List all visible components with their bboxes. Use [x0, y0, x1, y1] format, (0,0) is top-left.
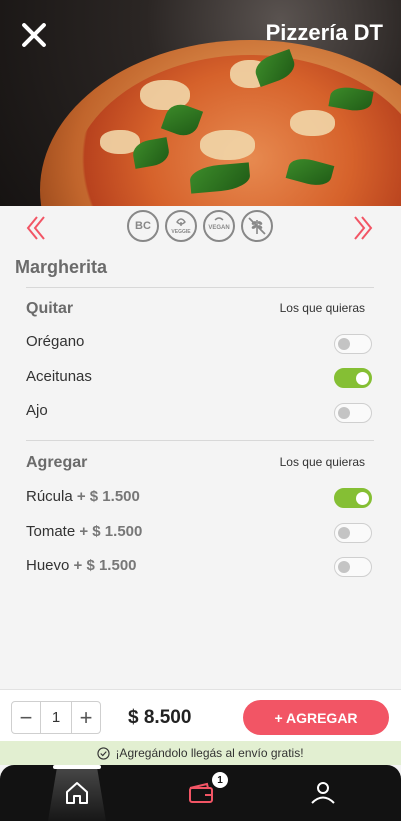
- profile-icon[interactable]: [309, 779, 337, 807]
- remove-section-hint: Los que quieras: [279, 301, 365, 315]
- toggle-knob: [356, 371, 369, 385]
- svg-text:VEGAN: VEGAN: [208, 225, 229, 231]
- add-option-name: Tomate: [26, 523, 76, 540]
- svg-text:VEGGIE: VEGGIE: [171, 229, 191, 235]
- remove-option-label: Ajo: [26, 402, 48, 419]
- increment-button[interactable]: +: [72, 702, 100, 733]
- order-total: $ 8.500: [128, 707, 192, 728]
- add-option-label: Rúcula + $ 1.500: [26, 488, 140, 505]
- divider: [26, 287, 374, 288]
- bc-badge-icon: BC: [127, 210, 159, 242]
- quantity-stepper: − 1 +: [11, 701, 101, 734]
- free-shipping-banner: ¡Agregándolo llegás al envío gratis!: [0, 741, 401, 765]
- toggle-knob: [338, 527, 350, 539]
- vegan-badge-icon: VEGAN: [203, 210, 235, 242]
- chevron-left-icon[interactable]: [26, 215, 46, 241]
- toggle-knob: [338, 561, 350, 573]
- close-icon[interactable]: [20, 21, 48, 49]
- divider: [26, 440, 374, 441]
- bottom-nav: 1: [0, 765, 401, 821]
- remove-option-label: Orégano: [26, 333, 85, 350]
- badge-row: BC VEGGIE VEGAN: [0, 206, 401, 248]
- add-option-toggle-huevo[interactable]: [334, 557, 372, 577]
- toggle-knob: [338, 338, 350, 350]
- order-bar: − 1 + $ 8.500 + AGREGAR: [0, 689, 401, 741]
- remove-option-toggle-ajo[interactable]: [334, 403, 372, 423]
- add-to-cart-button[interactable]: + AGREGAR: [243, 700, 389, 735]
- veggie-badge-icon: VEGGIE: [165, 210, 197, 242]
- remove-option-toggle-oregano[interactable]: [334, 334, 372, 354]
- remove-option-label: Aceitunas: [26, 368, 92, 385]
- add-option-label: Huevo + $ 1.500: [26, 557, 137, 574]
- decrement-button[interactable]: −: [12, 702, 40, 733]
- home-icon[interactable]: [63, 779, 91, 807]
- remove-option-toggle-aceitunas[interactable]: [334, 368, 372, 388]
- toggle-knob: [338, 407, 350, 419]
- toggle-knob: [356, 491, 369, 505]
- nav-active-indicator: [53, 765, 101, 769]
- add-option-price: + $ 1.500: [76, 488, 140, 505]
- add-option-toggle-rucula[interactable]: [334, 488, 372, 508]
- product-name: Margherita: [15, 257, 108, 277]
- cheese-piece: [200, 130, 255, 160]
- cart-count-badge: 1: [212, 772, 228, 788]
- add-option-toggle-tomate[interactable]: [334, 523, 372, 543]
- remove-section-title: Quitar: [26, 300, 74, 317]
- chevron-right-icon[interactable]: [353, 215, 373, 241]
- page-title: Pizzería DT: [265, 20, 383, 45]
- add-section-title: Agregar: [26, 454, 88, 471]
- add-option-name: Rúcula: [26, 488, 73, 505]
- add-option-name: Huevo: [26, 557, 70, 574]
- gluten-free-icon: [241, 210, 273, 242]
- add-option-label: Tomate + $ 1.500: [26, 523, 142, 540]
- add-section-hint: Los que quieras: [279, 455, 365, 469]
- add-option-price: + $ 1.500: [79, 523, 143, 540]
- check-circle-icon: [97, 746, 111, 760]
- free-shipping-text: ¡Agregándolo llegás al envío gratis!: [115, 746, 304, 760]
- cart-icon[interactable]: [187, 779, 215, 807]
- quantity-value[interactable]: 1: [40, 702, 72, 733]
- diet-badges: BC VEGGIE VEGAN: [127, 210, 273, 242]
- add-option-price: + $ 1.500: [73, 557, 137, 574]
- hero-image: Pizzería DT: [0, 0, 401, 206]
- cheese-piece: [290, 110, 335, 136]
